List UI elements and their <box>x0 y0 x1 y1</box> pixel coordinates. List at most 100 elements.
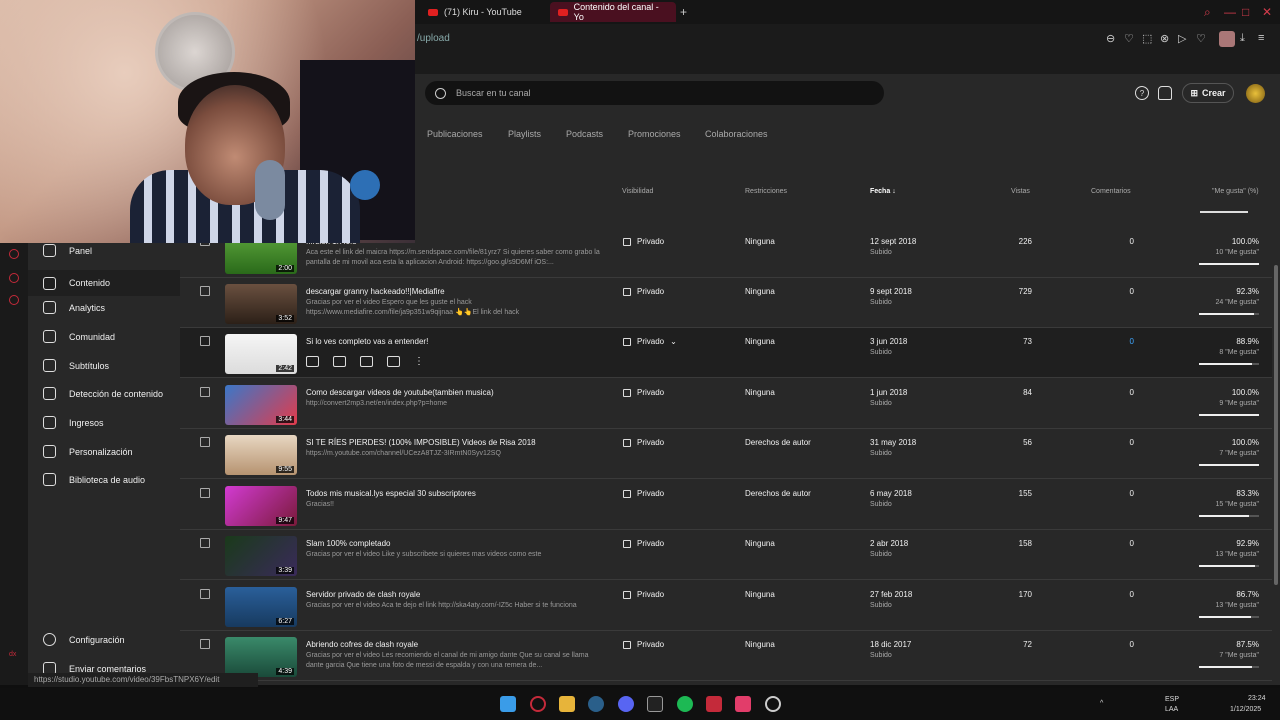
youtube-icon[interactable] <box>387 356 400 367</box>
row-checkbox[interactable] <box>200 538 210 548</box>
analytics-icon[interactable] <box>333 356 346 367</box>
col-date[interactable]: Fecha ↓ <box>870 188 896 195</box>
table-row[interactable]: 9:55 SI TE RÍES PIERDES! (100% IMPOSIBLE)… <box>180 429 1272 479</box>
maximize-button[interactable]: □ <box>1242 5 1249 19</box>
video-thumbnail[interactable]: 6:27 <box>225 587 297 627</box>
table-row[interactable]: 3:39 Slam 100% completado Gracias por ver … <box>180 530 1272 580</box>
sidebar-item-biblioteca-de-audio[interactable]: Biblioteca de audio <box>43 473 145 486</box>
tab-youtube[interactable]: (71) Kiru - YouTube <box>420 2 540 22</box>
tab-publicaciones[interactable]: Publicaciones <box>427 129 483 139</box>
row-checkbox[interactable] <box>200 437 210 447</box>
row-checkbox[interactable] <box>200 286 210 296</box>
scrollbar[interactable] <box>1274 265 1278 585</box>
extension-icon[interactable]: ⊗ <box>1160 32 1169 45</box>
sidebar-item-ingresos[interactable]: Ingresos <box>43 416 104 429</box>
file-explorer-icon[interactable] <box>559 696 575 712</box>
tab-studio[interactable]: Contenido del canal - Yo <box>550 2 676 22</box>
video-thumbnail[interactable]: 3:52 <box>225 284 297 324</box>
visibility-cell[interactable]: Privado <box>623 237 664 246</box>
edit-icon[interactable] <box>306 356 319 367</box>
sidebar-item-subt-tulos[interactable]: Subtítulos <box>43 359 109 372</box>
tab-playlists[interactable]: Playlists <box>508 129 541 139</box>
video-title[interactable]: Todos mis musical.lys especial 30 subscr… <box>306 489 476 498</box>
table-row[interactable]: 9:47 Todos mis musical.lys especial 30 su… <box>180 480 1272 530</box>
steam-icon[interactable] <box>588 696 604 712</box>
video-title[interactable]: Slam 100% completado <box>306 539 391 548</box>
row-checkbox[interactable] <box>200 488 210 498</box>
sidebar-item-personalizaci-n[interactable]: Personalización <box>43 445 133 458</box>
profile-avatar[interactable] <box>1219 31 1235 47</box>
table-row[interactable]: 3:52 descargar granny hackeado!!|Mediafir… <box>180 278 1272 328</box>
col-comments[interactable]: Comentarios <box>1091 188 1131 195</box>
chevron-down-icon[interactable]: ⌄ <box>670 337 677 346</box>
windows-start-icon[interactable] <box>500 696 516 712</box>
tf-icon[interactable] <box>706 696 722 712</box>
sidebar-item-contenido[interactable]: Contenido <box>28 270 180 296</box>
col-restrictions[interactable]: Restricciones <box>745 188 787 195</box>
tab-colaboraciones[interactable]: Colaboraciones <box>705 129 768 139</box>
create-button[interactable]: ⊞ Crear <box>1182 83 1234 103</box>
menu-icon[interactable]: ≡ <box>1258 32 1264 44</box>
language-indicator[interactable]: ESP <box>1165 696 1179 703</box>
tiktok-icon[interactable] <box>735 696 751 712</box>
video-title[interactable]: Si lo ves completo vas a entender! <box>306 337 428 346</box>
player-icon[interactable]: ▷ <box>1178 32 1186 45</box>
table-row[interactable]: 2:42 Si lo ves completo vas a entender! ⋮ P… <box>180 328 1272 378</box>
heart-icon[interactable]: ♡ <box>1196 32 1206 45</box>
sidebar-item-comunidad[interactable]: Comunidad <box>43 330 115 343</box>
video-title[interactable]: Abriendo cofres de clash royale <box>306 640 418 649</box>
video-thumbnail[interactable]: 4:39 <box>225 637 297 677</box>
col-views[interactable]: Vistas <box>1011 188 1030 195</box>
video-thumbnail[interactable]: 3:39 <box>225 536 297 576</box>
visibility-cell[interactable]: Privado ⌄ <box>623 337 677 346</box>
clock-time[interactable]: 23:24 <box>1248 695 1266 702</box>
zoom-icon[interactable]: ⊖ <box>1106 32 1115 45</box>
col-visibility[interactable]: Visibilidad <box>622 188 653 195</box>
avatar[interactable] <box>1246 84 1265 103</box>
close-window-button[interactable]: ✕ <box>1262 5 1272 19</box>
download-icon[interactable]: ⤓ <box>1240 32 1245 45</box>
row-checkbox[interactable] <box>200 336 210 346</box>
visibility-cell[interactable]: Privado <box>623 539 664 548</box>
visibility-cell[interactable]: Privado <box>623 438 664 447</box>
video-title[interactable]: Servidor privado de clash royale <box>306 590 420 599</box>
minimize-button[interactable]: — <box>1224 5 1236 19</box>
visibility-cell[interactable]: Privado <box>623 489 664 498</box>
visibility-cell[interactable]: Privado <box>623 590 664 599</box>
chevron-up-icon[interactable]: ^ <box>1100 700 1103 707</box>
table-row[interactable]: 3:44 Como descargar videos de youtube(tam… <box>180 379 1272 429</box>
video-thumbnail[interactable]: 9:47 <box>225 486 297 526</box>
opera-gx-icon[interactable] <box>530 696 546 712</box>
table-row[interactable]: 6:27 Servidor privado de clash royale Grac… <box>180 581 1272 631</box>
tab-promociones[interactable]: Promociones <box>628 129 681 139</box>
row-checkbox[interactable] <box>200 589 210 599</box>
help-icon[interactable]: ? <box>1135 86 1149 100</box>
video-title[interactable]: descargar granny hackeado!!|Mediafire <box>306 287 445 296</box>
more-options-icon[interactable]: ⋮ <box>414 356 424 367</box>
comments-cell[interactable]: 0 <box>1130 337 1134 346</box>
sidebar-item-settings[interactable]: Configuración <box>43 633 125 646</box>
new-tab-button[interactable]: + <box>680 5 687 19</box>
video-thumbnail[interactable]: 2:42 <box>225 334 297 374</box>
video-thumbnail[interactable]: 9:55 <box>225 435 297 475</box>
screenshot-icon[interactable]: ⬚ <box>1142 32 1152 45</box>
sidebar-item-detecci-n-de-contenido[interactable]: Detección de contenido <box>43 387 163 400</box>
spotify-icon[interactable] <box>677 696 693 712</box>
visibility-cell[interactable]: Privado <box>623 388 664 397</box>
epic-games-icon[interactable] <box>647 696 663 712</box>
clock-date[interactable]: 1/12/2025 <box>1230 706 1261 713</box>
search-input[interactable]: Buscar en tu canal <box>425 81 884 105</box>
table-row[interactable]: 4:39 Abriendo cofres de clash royale Graci… <box>180 631 1272 681</box>
visibility-cell[interactable]: Privado <box>623 287 664 296</box>
address-bar[interactable]: /upload <box>417 33 450 44</box>
discord-icon[interactable] <box>618 696 634 712</box>
video-thumbnail[interactable]: 3:44 <box>225 385 297 425</box>
search-tabs-icon[interactable]: ⌕ <box>1204 5 1211 20</box>
comments-icon[interactable] <box>360 356 373 367</box>
language-layout[interactable]: LAA <box>1165 706 1178 713</box>
sidebar-item-panel[interactable]: Panel <box>43 244 92 257</box>
bell-icon[interactable] <box>1158 86 1172 100</box>
recording-icon[interactable] <box>765 696 781 712</box>
bookmark-icon[interactable]: ♡ <box>1124 32 1134 45</box>
video-title[interactable]: SI TE RÍES PIERDES! (100% IMPOSIBLE) Vid… <box>306 438 536 447</box>
